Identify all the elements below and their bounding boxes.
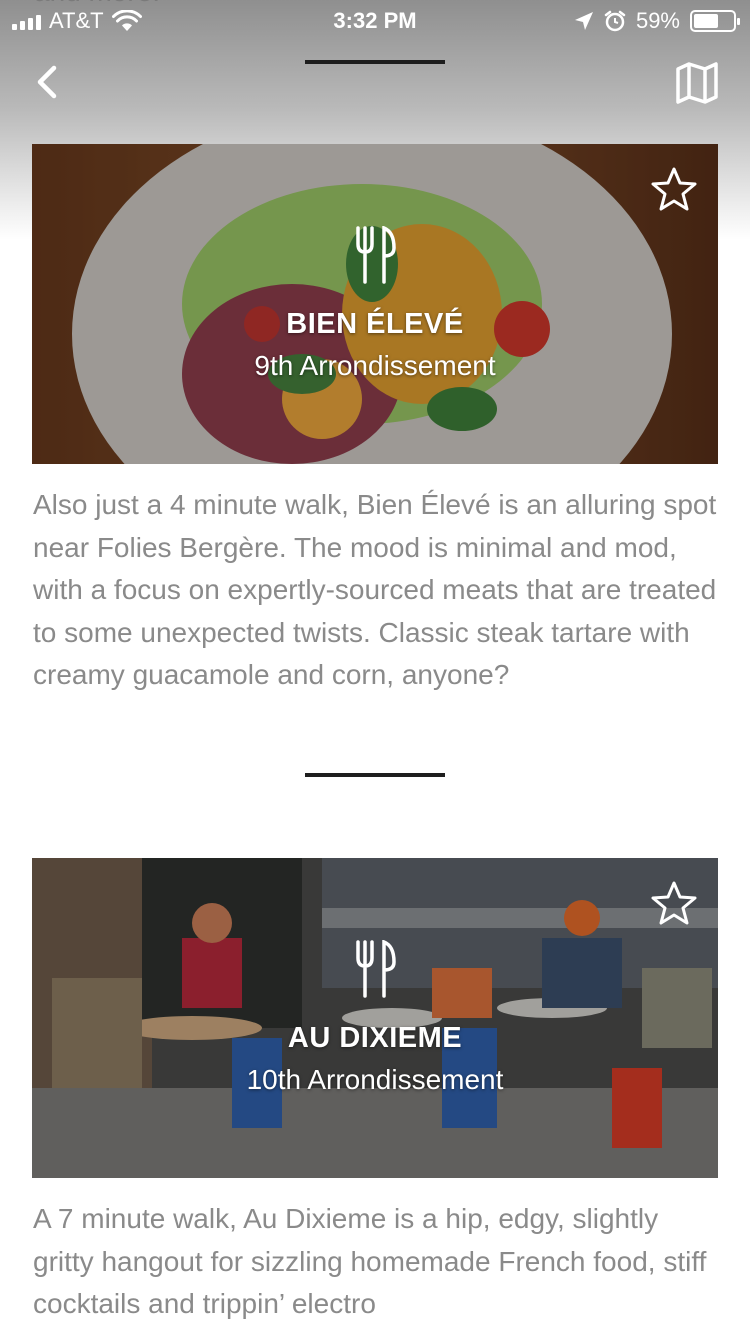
sheet-handle[interactable] [305, 60, 445, 64]
venue-description: Also just a 4 minute walk, Bien Élevé is… [33, 489, 717, 691]
chevron-left-icon[interactable] [26, 58, 74, 106]
status-bar: AT&T 3:32 PM 59% [0, 0, 750, 40]
venue-name: BIEN ÉLEVÉ [286, 308, 464, 340]
status-right: 59% [574, 8, 740, 34]
venue-area: 10th Arrondissement [246, 1064, 504, 1095]
venue-area: 9th Arrondissement [254, 350, 496, 381]
battery-percent: 59% [635, 8, 680, 33]
star-icon[interactable] [650, 880, 698, 928]
section-divider [305, 773, 445, 777]
venue-description: A 7 minute walk, Au Dixieme is a hip, ed… [33, 1203, 707, 1320]
photo-overlay [32, 144, 718, 464]
alarm-icon [604, 10, 626, 32]
battery-icon [690, 10, 740, 32]
venue-card-bien-eleve[interactable]: BIEN ÉLEVÉ 9th Arrondissement [32, 144, 718, 464]
map-icon[interactable] [674, 60, 720, 106]
photo-overlay [32, 858, 718, 1178]
fork-knife-icon [356, 226, 396, 284]
fork-knife-icon [356, 940, 396, 998]
venue-card-au-dixieme[interactable]: AU DIXIEME 10th Arrondissement [32, 858, 718, 1178]
star-icon[interactable] [650, 166, 698, 214]
location-arrow-icon [574, 12, 593, 30]
venue-name: AU DIXIEME [287, 1022, 463, 1054]
